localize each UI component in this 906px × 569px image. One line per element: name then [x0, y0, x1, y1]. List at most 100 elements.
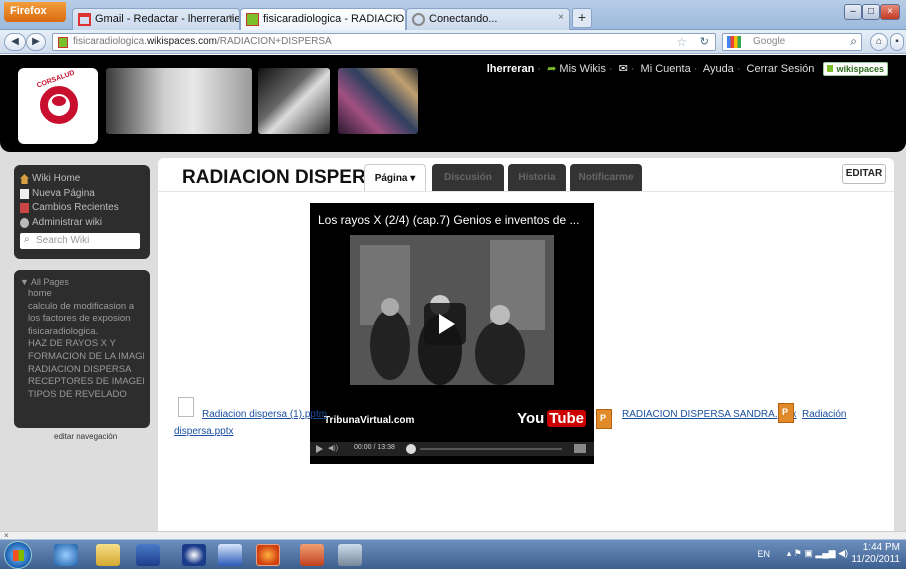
sidebar-page-link[interactable]: home	[20, 288, 144, 301]
powerpoint-taskbar-icon[interactable]	[300, 544, 324, 566]
edit-navigation-link[interactable]: editar navegación	[54, 432, 117, 441]
hp-icon[interactable]	[182, 544, 206, 566]
sidebar-item-recent-changes[interactable]: Cambios Recientes	[20, 201, 144, 216]
header-photo-xray-room	[258, 68, 330, 134]
corsalud-logo[interactable]: CORSALUD	[18, 68, 98, 144]
search-wiki-input[interactable]: ⌕ Search Wiki	[20, 233, 140, 249]
status-bar: ×	[0, 531, 906, 540]
help-link[interactable]: Ayuda	[703, 63, 734, 75]
header-photo-xray-images	[338, 68, 418, 134]
sidebar-item-wiki-home[interactable]: Wiki Home	[20, 172, 144, 187]
media-player-icon[interactable]	[136, 544, 160, 566]
firefox-taskbar-icon[interactable]	[256, 544, 280, 566]
video-player[interactable]: Los rayos X (2/4) (cap.7) Genios e inven…	[310, 203, 594, 464]
gear-icon	[20, 217, 29, 228]
folder-icon[interactable]	[96, 544, 120, 566]
firefox-menu-button[interactable]: Firefox	[4, 2, 66, 22]
video-progress-bar[interactable]	[420, 448, 562, 450]
file-link-radiacion-dispersa-sandra[interactable]: RADIACION DISPERSA SANDRA.pptx	[622, 409, 797, 420]
close-window-button[interactable]: ×	[880, 4, 900, 20]
tab-fisicaradiologica[interactable]: fisicaradiologica - RADIACION DISPE... ×	[240, 8, 406, 30]
sidebar-page-link[interactable]: TIPOS DE REVELADO	[20, 389, 144, 402]
sidebar-item-label: Wiki Home	[32, 173, 81, 184]
file-link-radiacion-dispersa-pptx[interactable]: Radiación	[802, 409, 846, 420]
powerpoint-icon	[778, 403, 794, 423]
tab-label: fisicaradiologica - RADIACION DISPE...	[263, 13, 405, 25]
tab-notificarme[interactable]: Notificarme	[570, 164, 642, 192]
sidebar-page-link[interactable]: calculo de modificasion a	[20, 301, 144, 314]
browser-tab-bar: Firefox Gmail - Redactar - lherreranieve…	[0, 0, 906, 30]
sidebar-page-link[interactable]: RADIACION DISPERSA	[20, 364, 144, 377]
loading-icon	[412, 13, 425, 26]
sidebar-page-link[interactable]: HAZ DE RAYOS X Y	[20, 338, 144, 351]
maximize-button[interactable]: □	[862, 4, 880, 20]
file-link-radiacion-dispersa-pptx-cont[interactable]: dispersa.pptx	[174, 426, 233, 437]
sidebar-page-link[interactable]: los factores de exposion	[20, 313, 144, 326]
new-tab-button[interactable]: +	[572, 8, 592, 28]
addon-button[interactable]: ▪	[890, 33, 904, 51]
sidebar-item-label: Nueva Página	[32, 187, 95, 199]
home-icon	[20, 174, 29, 184]
bookmark-star-icon[interactable]: ☆	[676, 35, 687, 49]
my-account-link[interactable]: Mi Cuenta	[641, 63, 691, 75]
start-button[interactable]	[4, 541, 32, 569]
tab-historia[interactable]: Historia	[508, 164, 566, 192]
video-channel: TribunaVirtual.com	[324, 415, 415, 426]
back-button[interactable]: ◀	[4, 33, 26, 51]
sidebar-page-link[interactable]: RECEPTORES DE IMAGEN	[20, 376, 144, 389]
search-box[interactable]: Google ⌕	[722, 33, 862, 51]
video-play-button[interactable]	[424, 303, 466, 345]
sidebar-item-manage-wiki[interactable]: Administrar wiki	[20, 216, 144, 231]
close-tab-icon[interactable]: ×	[228, 12, 234, 23]
search-wiki-placeholder: Search Wiki	[36, 235, 90, 246]
play-icon[interactable]	[316, 445, 323, 453]
minimize-button[interactable]: –	[844, 4, 862, 20]
fullscreen-icon[interactable]	[574, 444, 586, 453]
forward-button[interactable]: ▶	[26, 33, 46, 51]
sidebar-item-new-page[interactable]: Nueva Página	[20, 187, 144, 202]
tab-pagina[interactable]: Página ▾	[364, 164, 426, 192]
search-icon: ⌕	[24, 234, 30, 245]
video-title[interactable]: Los rayos X (2/4) (cap.7) Genios e inven…	[318, 213, 579, 227]
tray-icons[interactable]: ▴ ⚑ ▣ ▂▄▆ ◀)	[787, 547, 848, 559]
all-pages-toggle[interactable]: ▼ All Pages	[20, 277, 144, 287]
file-icon	[178, 397, 194, 417]
reload-icon[interactable]: ↻	[700, 35, 709, 48]
volume-icon[interactable]: ◀))	[328, 444, 338, 452]
main-content: RADIACION DISPERSA Página ▾ Discusión Hi…	[158, 158, 894, 531]
sidebar-page-link[interactable]: fisicaradiologica.	[20, 326, 144, 339]
close-tab-icon[interactable]: ×	[394, 12, 400, 23]
navigation-bar: ◀ ▶ fisicaradiologica.wikispaces.com/RAD…	[0, 30, 906, 54]
tab-conectando[interactable]: Conectando... ×	[406, 8, 570, 30]
search-icon[interactable]: ⌕	[850, 34, 857, 49]
mail-icon[interactable]: ✉	[619, 63, 628, 75]
my-wikis-link[interactable]: Mis Wikis	[559, 63, 605, 75]
tab-discusion[interactable]: Discusión	[432, 164, 504, 192]
sidebar-page-link[interactable]: FORMACION DE LA IMAGEN	[20, 351, 144, 364]
youtube-logo[interactable]: You Tube	[514, 410, 586, 427]
wikispaces-icon	[246, 13, 259, 26]
new-page-icon	[20, 188, 29, 199]
internet-explorer-icon[interactable]	[54, 544, 78, 566]
sidebar-item-label: Cambios Recientes	[32, 202, 119, 213]
edit-button[interactable]: EDITAR	[842, 164, 886, 184]
url-bar[interactable]: fisicaradiologica.wikispaces.com/RADIACI…	[52, 33, 716, 51]
wiki-header: CORSALUD lherreran · ➦ Mis Wikis · ✉ · Mi C…	[0, 55, 906, 152]
clock-date[interactable]: 11/20/2011	[851, 554, 900, 566]
wikispaces-badge[interactable]: wikispaces	[823, 62, 888, 76]
gmail-icon	[78, 13, 91, 26]
user-nav: lherreran · ➦ Mis Wikis · ✉ · Mi Cuenta · Ay…	[487, 62, 888, 76]
home-button[interactable]: ⌂	[870, 33, 888, 51]
file-link-radiacion-dispersa-1[interactable]: Radiacion dispersa (1).pptm	[202, 409, 327, 420]
word-icon[interactable]	[218, 544, 242, 566]
username[interactable]: lherreran	[487, 63, 535, 75]
close-tab-icon[interactable]: ×	[558, 12, 564, 23]
video-seek-handle[interactable]	[406, 444, 416, 454]
clock-time[interactable]: 1:44 PM	[851, 542, 900, 554]
language-indicator[interactable]: EN	[757, 548, 770, 560]
tab-gmail[interactable]: Gmail - Redactar - lherreranieves@g... ×	[72, 8, 240, 30]
paint-icon[interactable]	[338, 544, 362, 566]
page-title: RADIACION DISPERSA	[182, 167, 393, 188]
arrow-icon: ➦	[547, 63, 557, 75]
logout-link[interactable]: Cerrar Sesión	[747, 63, 815, 75]
